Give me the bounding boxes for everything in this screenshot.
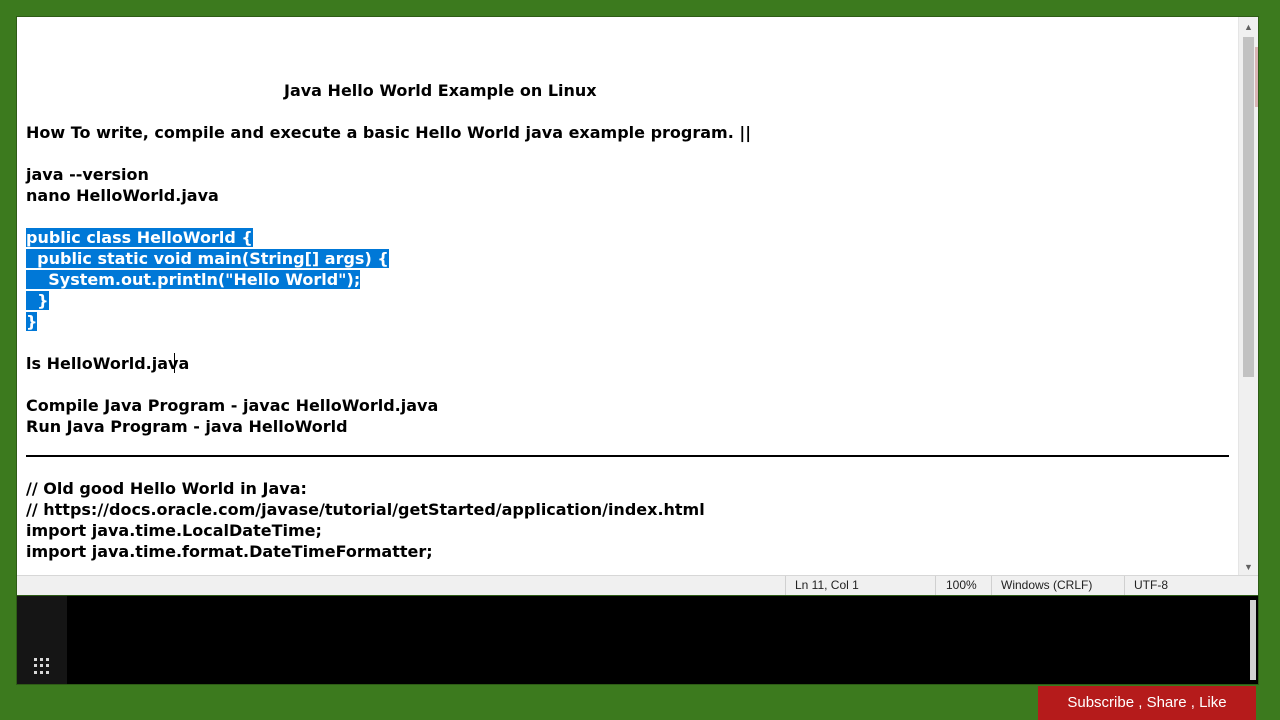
selected-code-line: public static void main(String[] args) { [26,248,389,269]
terminal-panel[interactable] [16,596,1259,685]
scroll-up-arrow-icon[interactable]: ▲ [1239,19,1258,35]
cursor-position-status: Ln 11, Col 1 [785,576,935,595]
document-title-line: Java Hello World Example on Linux [284,81,597,100]
text-line: // Old good Hello World in Java: [26,479,307,498]
text-line: ls HelloWorld.java [26,354,190,373]
text-editor-area[interactable]: Java Hello World Example on Linux How To… [17,17,1240,577]
text-line: // https://docs.oracle.com/javase/tutori… [26,500,705,519]
vertical-scrollbar[interactable]: ▲ ▼ [1238,17,1258,577]
notepad-window: Java Hello World Example on Linux How To… [16,16,1259,596]
text-line: Run Java Program - java HelloWorld [26,417,348,436]
line-ending-status: Windows (CRLF) [991,576,1124,595]
text-line: java --version [26,165,149,184]
scrollbar-accent [1255,47,1258,107]
selection-highlight: System.out.println("Hello World"); [26,270,361,289]
subscribe-banner: Subscribe , Share , Like [1038,686,1256,720]
scroll-thumb[interactable] [1243,37,1254,377]
selection-highlight: public static void main(String[] args) { [26,249,389,268]
text-line: How To write, compile and execute a basi… [26,123,752,142]
selected-code-line: System.out.println("Hello World"); [26,269,361,290]
text-line: Compile Java Program - javac HelloWorld.… [26,396,439,415]
text-line: nano HelloWorld.java [26,186,219,205]
scroll-down-arrow-icon[interactable]: ▼ [1239,559,1258,575]
horizontal-rule [26,455,1229,457]
selected-code-line: public class HelloWorld { [26,227,253,248]
selected-code-line: } [26,290,49,311]
encoding-status: UTF-8 [1124,576,1234,595]
app-grid-icon[interactable] [34,658,50,674]
text-line: import java.time.format.DateTimeFormatte… [26,542,433,561]
text-cursor [174,353,175,373]
dock-strip [17,596,67,684]
selection-highlight: } [26,291,49,310]
selected-code-line: } [26,311,38,332]
status-bar: Ln 11, Col 1 100% Windows (CRLF) UTF-8 [17,575,1258,595]
selection-highlight: public class HelloWorld { [26,228,253,247]
terminal-scrollbar[interactable] [1250,600,1256,680]
text-line: import java.time.LocalDateTime; [26,521,322,540]
zoom-level-status: 100% [935,576,991,595]
selection-highlight: } [26,312,38,331]
